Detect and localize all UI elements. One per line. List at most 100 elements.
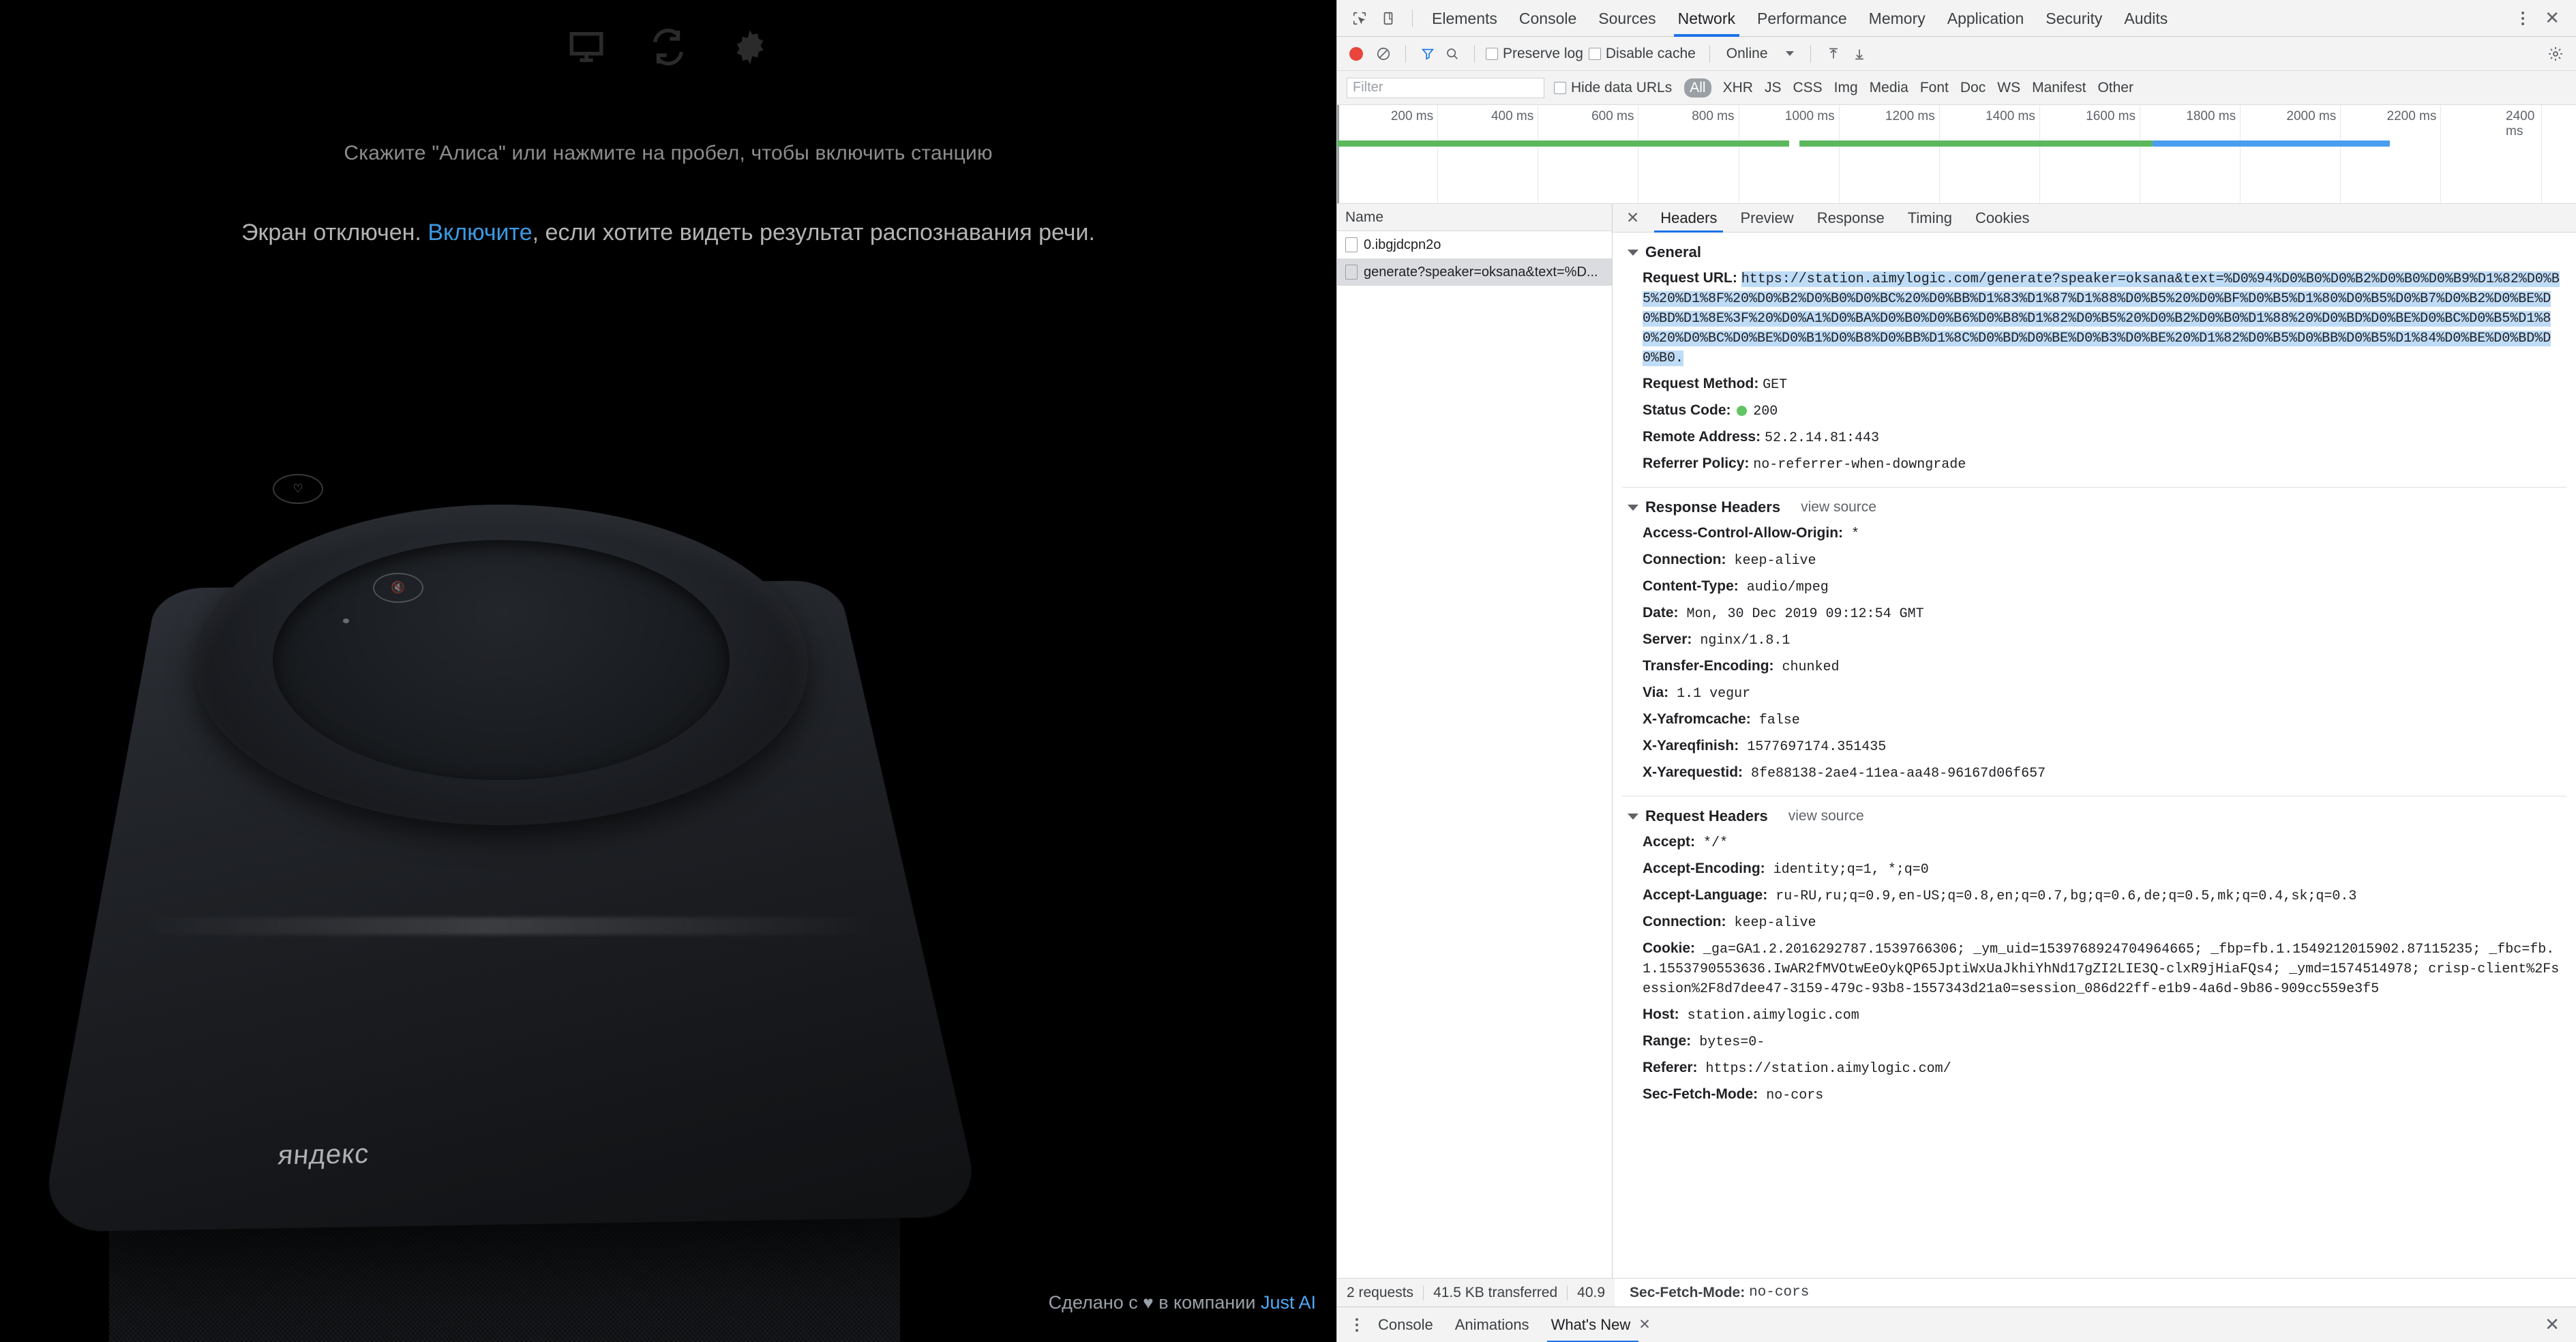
disable-cache-box[interactable] xyxy=(1589,48,1601,60)
response-headers-title: Response Headers xyxy=(1645,498,1780,516)
request-url-value[interactable]: https://station.aimylogic.com/generate?s… xyxy=(1643,271,2560,366)
overview-tick-label: 1600 ms xyxy=(2086,109,2140,124)
tab-sources[interactable]: Sources xyxy=(1587,0,1666,37)
filter-type-other[interactable]: Other xyxy=(2097,80,2133,96)
header-value: no-cors xyxy=(1758,1088,1823,1103)
tab-memory[interactable]: Memory xyxy=(1858,0,1936,37)
station-mute-button[interactable]: 🔇 xyxy=(373,573,423,603)
filter-type-js[interactable]: JS xyxy=(1765,80,1782,96)
throttling-select[interactable]: Online xyxy=(1721,46,1799,62)
chevron-down-icon[interactable] xyxy=(1786,51,1794,56)
drawer-tab-console[interactable]: Console xyxy=(1367,1307,1444,1342)
drawer-more-icon[interactable] xyxy=(1347,1311,1367,1339)
tab-performance[interactable]: Performance xyxy=(1746,0,1858,37)
close-detail-icon[interactable]: ✕ xyxy=(1617,209,1649,227)
hide-data-urls-box[interactable] xyxy=(1554,82,1566,94)
section-divider xyxy=(1622,487,2566,488)
just-ai-link[interactable]: Just AI xyxy=(1261,1292,1316,1313)
overview-tick-label: 800 ms xyxy=(1692,109,1738,124)
filter-type-xhr[interactable]: XHR xyxy=(1723,80,1753,96)
hide-data-urls-checkbox[interactable]: Hide data URLs xyxy=(1554,80,1672,96)
detail-tab-preview[interactable]: Preview xyxy=(1728,204,1805,233)
close-devtools-icon[interactable]: ✕ xyxy=(2538,8,2566,29)
network-body: Name 0.ibgjdcpn2o generate?speaker=oksan… xyxy=(1337,204,2576,1278)
inspect-element-icon[interactable] xyxy=(1347,5,1373,31)
overview-gridline xyxy=(1839,105,1840,203)
preserve-log-label: Preserve log xyxy=(1503,46,1583,62)
device-toolbar-icon[interactable] xyxy=(1375,5,1401,31)
filter-input[interactable] xyxy=(1347,78,1544,98)
tab-network[interactable]: Network xyxy=(1667,0,1746,37)
detail-tab-timing[interactable]: Timing xyxy=(1896,204,1964,233)
response-headers-section-header[interactable]: Response Headers view source xyxy=(1613,494,2576,520)
request-header-row: Connection: keep-alive xyxy=(1613,909,2576,936)
filter-type-font[interactable]: Font xyxy=(1920,80,1949,96)
drawer-tab-whats-new[interactable]: What's New ✕ xyxy=(1540,1307,1662,1342)
record-button[interactable] xyxy=(1349,47,1363,61)
drawer-tab-animations[interactable]: Animations xyxy=(1444,1307,1540,1342)
network-overview-timeline[interactable]: 200 ms400 ms600 ms800 ms1000 ms1200 ms14… xyxy=(1337,105,2576,204)
filter-icon[interactable] xyxy=(1417,43,1439,65)
more-options-icon[interactable] xyxy=(2512,5,2534,31)
detail-tabstrip: ✕ Headers Preview Response Timing Cookie… xyxy=(1613,204,2576,233)
heart-icon: ♥ xyxy=(1143,1292,1153,1313)
resource-type-filters: All XHR JS CSS Img Media Font Doc WS Man… xyxy=(1684,78,2133,98)
enable-screen-link[interactable]: Включите xyxy=(428,220,532,245)
overview-tick-label: 600 ms xyxy=(1591,109,1638,124)
filter-type-media[interactable]: Media xyxy=(1870,80,1908,96)
overview-tick-label: 1000 ms xyxy=(1785,109,1839,124)
station-power-button[interactable]: ♡ xyxy=(273,474,323,504)
requests-list: Name 0.ibgjdcpn2o generate?speaker=oksan… xyxy=(1337,204,1613,1278)
table-row[interactable]: generate?speaker=oksana&text=%D... xyxy=(1337,258,1612,286)
tab-audits[interactable]: Audits xyxy=(2113,0,2178,37)
devtools-tabstrip: Elements Console Sources Network Perform… xyxy=(1337,0,2576,37)
filter-type-css[interactable]: CSS xyxy=(1793,80,1822,96)
detail-tab-headers[interactable]: Headers xyxy=(1649,204,1728,233)
preserve-log-checkbox[interactable]: Preserve log xyxy=(1486,46,1583,62)
filter-type-ws[interactable]: WS xyxy=(1997,80,2020,96)
sync-icon[interactable] xyxy=(648,27,688,70)
import-har-icon[interactable] xyxy=(1822,43,1845,65)
tab-application[interactable]: Application xyxy=(1936,0,2035,37)
header-key: Accept-Encoding: xyxy=(1643,861,1765,876)
disable-cache-checkbox[interactable]: Disable cache xyxy=(1589,46,1696,62)
close-drawer-icon[interactable]: ✕ xyxy=(2545,1314,2566,1335)
tab-console[interactable]: Console xyxy=(1508,0,1587,37)
tab-elements[interactable]: Elements xyxy=(1421,0,1508,37)
request-view-source-link[interactable]: view source xyxy=(1788,808,1864,824)
close-icon[interactable]: ✕ xyxy=(1638,1307,1651,1342)
chevron-down-icon[interactable] xyxy=(1628,814,1638,820)
preserve-log-box[interactable] xyxy=(1486,48,1498,60)
chevron-down-icon[interactable] xyxy=(1628,250,1638,256)
clear-icon[interactable] xyxy=(1373,43,1394,65)
overview-origin-marker xyxy=(1337,105,1339,203)
table-row[interactable]: 0.ibgjdcpn2o xyxy=(1337,231,1612,258)
bar-blue-1 xyxy=(2153,140,2391,147)
export-har-icon[interactable] xyxy=(1848,43,1871,65)
header-key: Accept: xyxy=(1643,834,1695,850)
filter-type-img[interactable]: Img xyxy=(1834,80,1858,96)
station-brand-logo: яндекс xyxy=(277,1137,470,1172)
request-headers-section-header[interactable]: Request Headers view source xyxy=(1613,803,2576,829)
chevron-down-icon[interactable] xyxy=(1628,505,1638,511)
tab-security[interactable]: Security xyxy=(2035,0,2113,37)
throttling-value: Online xyxy=(1726,46,1768,62)
gear-icon[interactable] xyxy=(730,27,770,70)
station-led xyxy=(343,618,349,623)
network-settings-gear-icon[interactable] xyxy=(2545,43,2566,65)
general-section-header[interactable]: General xyxy=(1613,239,2576,265)
search-icon[interactable] xyxy=(1441,43,1463,65)
filter-type-doc[interactable]: Doc xyxy=(1960,80,1986,96)
requests-column-header[interactable]: Name xyxy=(1337,204,1612,231)
filter-type-manifest[interactable]: Manifest xyxy=(2032,80,2086,96)
request-header-row: Accept-Language: ru-RU,ru;q=0.9,en-US;q=… xyxy=(1613,882,2576,909)
tabstrip-divider xyxy=(1412,10,1413,27)
response-view-source-link[interactable]: view source xyxy=(1801,499,1876,516)
filter-type-all[interactable]: All xyxy=(1684,78,1711,98)
response-header-row: Connection: keep-alive xyxy=(1613,547,2576,573)
referrer-policy-key: Referrer Policy: xyxy=(1643,456,1749,471)
toolbar-divider-3 xyxy=(1709,45,1710,63)
detail-tab-cookies[interactable]: Cookies xyxy=(1964,204,2041,233)
detail-tab-response[interactable]: Response xyxy=(1806,204,1896,233)
display-icon[interactable] xyxy=(567,27,606,70)
